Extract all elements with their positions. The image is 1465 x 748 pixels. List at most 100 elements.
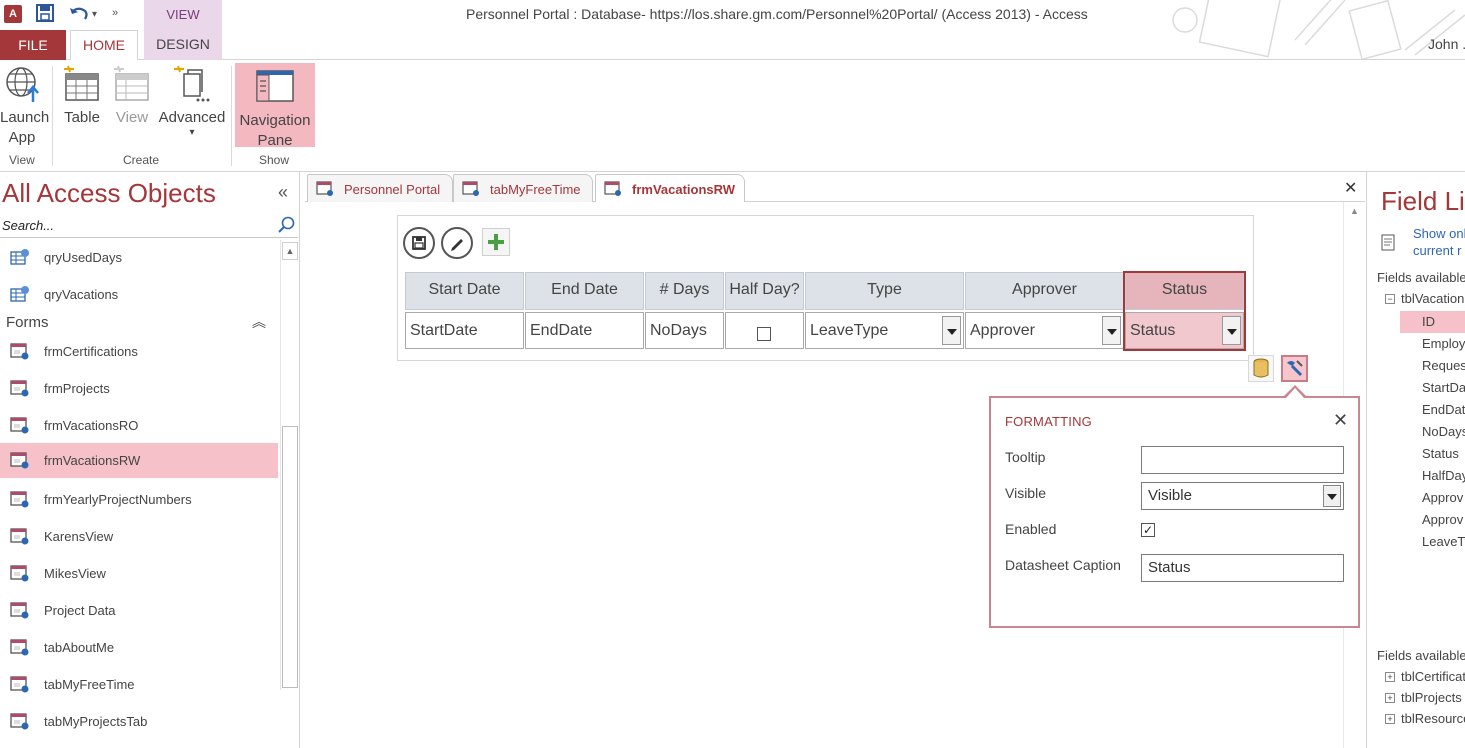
nav-item-label: frmVacationsRO — [44, 418, 139, 433]
access-app-icon[interactable]: A — [4, 5, 22, 23]
nav-item-form[interactable]: Project Data — [0, 593, 278, 628]
field-end-date[interactable]: EndDate — [525, 312, 644, 349]
scrollbar-thumb[interactable] — [282, 426, 298, 688]
close-popup-icon[interactable]: ✕ — [1333, 410, 1348, 431]
selected-control-outline — [1123, 271, 1246, 351]
nav-item-form[interactable]: frmVacationsRO — [0, 408, 278, 443]
datasheet-caption-input[interactable]: Status — [1141, 554, 1344, 582]
tab-file[interactable]: FILE — [0, 30, 66, 60]
close-document-icon[interactable]: ✕ — [1344, 178, 1357, 198]
user-name[interactable]: John . — [1428, 36, 1465, 52]
nav-scrollbar[interactable]: ▲ — [280, 240, 298, 690]
field-approver[interactable]: Approver — [965, 312, 1124, 349]
field-item[interactable]: HalfDay — [1400, 465, 1465, 487]
view-button[interactable]: View — [110, 64, 154, 128]
doc-tab-tabmyfreetime[interactable]: tabMyFreeTime — [453, 174, 593, 202]
data-properties-button[interactable] — [1248, 355, 1274, 382]
field-leave-type[interactable]: LeaveType — [805, 312, 964, 349]
navigation-pane-button[interactable]: Navigation Pane — [235, 63, 315, 149]
doc-tab-frmvacationsrw[interactable]: frmVacationsRW — [595, 174, 745, 203]
tooltip-input[interactable] — [1141, 446, 1344, 474]
save-record-button[interactable] — [403, 227, 435, 259]
search-icon[interactable] — [278, 216, 296, 234]
half-day-checkbox[interactable] — [757, 327, 771, 341]
enabled-label: Enabled — [1005, 521, 1057, 537]
column-header-start-date[interactable]: Start Date — [405, 272, 524, 310]
field-item[interactable]: LeaveTy — [1400, 531, 1465, 553]
enabled-checkbox[interactable]: ✓ — [1141, 523, 1155, 537]
table-node[interactable]: + tblResource — [1385, 711, 1465, 726]
tab-design[interactable]: DESIGN — [144, 30, 222, 60]
field-item[interactable]: StartDat — [1400, 377, 1465, 399]
nav-item-query[interactable]: qryUsedDays — [0, 240, 278, 275]
column-header-half-day[interactable]: Half Day? — [725, 272, 804, 310]
undo-dropdown-icon[interactable]: ▾ — [92, 9, 97, 20]
edit-record-button[interactable] — [441, 227, 473, 259]
table-node[interactable]: + tblCertificat — [1385, 669, 1465, 684]
scroll-up-icon[interactable]: ▲ — [1350, 206, 1359, 216]
field-item[interactable]: Approv — [1400, 509, 1465, 531]
nav-item-label: frmYearlyProjectNumbers — [44, 492, 192, 507]
dropdown-arrow-icon[interactable] — [942, 316, 961, 345]
nav-item-form[interactable]: frmProjects — [0, 371, 278, 406]
visible-select[interactable]: Visible — [1141, 482, 1344, 510]
table-button[interactable]: Table — [60, 64, 104, 128]
table-node[interactable]: + tblProjects — [1385, 690, 1462, 705]
nav-item-form[interactable]: MikesView — [0, 556, 278, 591]
tab-home[interactable]: HOME — [70, 30, 138, 61]
column-header-type[interactable]: Type — [805, 272, 964, 310]
nav-pane-title[interactable]: All Access Objects — [2, 178, 216, 209]
document-icon — [1381, 234, 1395, 251]
nav-item-form[interactable]: tabMyProjectsTab — [0, 704, 278, 739]
show-only-fields-link-line2[interactable]: current r — [1413, 243, 1461, 258]
field-item[interactable]: Status — [1400, 443, 1465, 465]
search-input[interactable] — [0, 214, 270, 236]
launch-app-button[interactable]: Launch App — [0, 64, 49, 148]
add-record-button[interactable] — [482, 228, 510, 256]
expand-node-icon[interactable]: + — [1385, 672, 1395, 682]
table-node-label: tblProjects — [1401, 690, 1462, 705]
column-header-end-date[interactable]: End Date — [525, 272, 644, 310]
nav-item-form-selected[interactable]: frmVacationsRW — [0, 443, 278, 478]
table-node-tblvacation[interactable]: − tblVacation — [1385, 291, 1464, 306]
field-no-days[interactable]: NoDays — [645, 312, 724, 349]
form-icon — [10, 491, 29, 508]
field-start-date[interactable]: StartDate — [405, 312, 524, 349]
expand-node-icon[interactable]: + — [1385, 714, 1395, 724]
formatting-properties-button[interactable] — [1281, 355, 1308, 382]
collapse-pane-icon[interactable]: « — [278, 182, 288, 203]
nav-item-query[interactable]: qryVacations — [0, 277, 278, 312]
nav-item-form[interactable]: frmYearlyProjectNumbers — [0, 482, 278, 517]
nav-item-form[interactable]: KarensView — [0, 519, 278, 554]
field-item-selected[interactable]: ID — [1400, 311, 1465, 333]
collapse-group-icon[interactable]: ︽ — [252, 312, 266, 332]
nav-item-form[interactable]: tabMyFreeTime — [0, 667, 278, 702]
field-item[interactable]: Employ — [1400, 333, 1465, 355]
dropdown-arrow-icon[interactable] — [1323, 485, 1341, 507]
group-separator — [231, 66, 232, 166]
undo-icon[interactable] — [68, 4, 90, 27]
show-only-fields-link[interactable]: Show onl — [1413, 226, 1465, 241]
scroll-up-icon[interactable]: ▲ — [282, 242, 298, 260]
more-commands-icon[interactable]: » — [112, 7, 118, 19]
popup-pointer-inner — [1286, 388, 1304, 398]
column-header-days[interactable]: # Days — [645, 272, 724, 310]
dropdown-arrow-icon[interactable] — [1102, 316, 1121, 345]
field-item[interactable]: NoDays — [1400, 421, 1465, 443]
navigation-pane-label: Navigation Pane — [239, 112, 311, 149]
column-header-approver[interactable]: Approver — [965, 272, 1124, 310]
nav-item-form[interactable]: tabAboutMe — [0, 630, 278, 665]
collapse-node-icon[interactable]: − — [1385, 294, 1395, 304]
save-icon[interactable] — [36, 4, 54, 27]
expand-node-icon[interactable]: + — [1385, 693, 1395, 703]
field-item[interactable]: EndDate — [1400, 399, 1465, 421]
field-half-day[interactable] — [725, 312, 804, 349]
database-icon — [1253, 358, 1269, 378]
nav-item-form[interactable]: frmCertifications — [0, 334, 278, 369]
field-item[interactable]: Approv — [1400, 487, 1465, 509]
advanced-button[interactable]: Advanced ▾ — [158, 64, 226, 138]
field-item[interactable]: Request — [1400, 355, 1465, 377]
doc-tab-personnel-portal[interactable]: Personnel Portal — [307, 174, 453, 202]
forms-group-header[interactable]: Forms ︽ — [0, 310, 278, 336]
group-label-view: View — [9, 153, 35, 167]
